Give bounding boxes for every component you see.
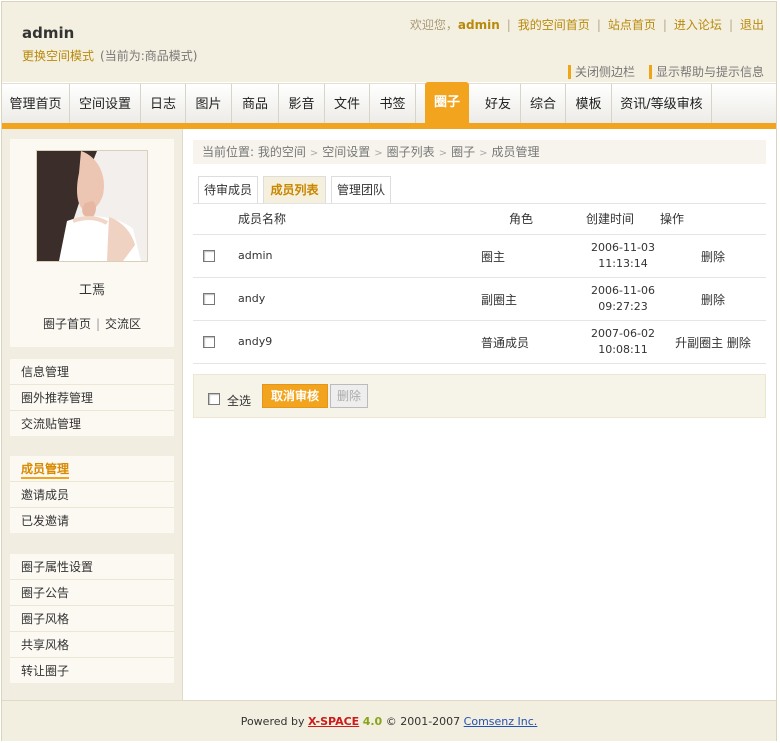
member-name[interactable]: andy <box>238 292 265 305</box>
breadcrumb-prefix: 当前位置: <box>202 145 258 159</box>
sidebar-item-shared-style[interactable]: 共享风格 <box>10 632 174 658</box>
member-role: 普通成员 <box>481 336 530 350</box>
sidebar-item-group-style[interactable]: 圈子风格 <box>10 606 174 632</box>
col-created-time: 创建时间 <box>586 212 635 226</box>
copyright: © 2001-2007 <box>382 715 464 728</box>
sidebar-item-invite-members[interactable]: 邀请成员 <box>10 482 174 508</box>
col-role: 角色 <box>509 212 534 226</box>
delete-button[interactable]: 删除 <box>330 384 368 408</box>
tab-images[interactable]: 图片 <box>186 84 232 124</box>
avatar-photo-icon <box>37 151 147 261</box>
version: 4.0 <box>362 715 383 728</box>
tab-manage-home[interactable]: 管理首页 <box>2 84 70 124</box>
breadcrumb-member-manage: 成员管理 <box>491 145 540 159</box>
header: admin 更换空间模式 (当前为:商品模式) 欢迎您，admin | 我的空间首页 |… <box>2 2 776 82</box>
sidebar-item-transfer-group[interactable]: 转让圈子 <box>10 658 174 683</box>
sidebar-item-outside-recommend[interactable]: 圈外推荐管理 <box>10 385 174 411</box>
space-mode: 更换空间模式 (当前为:商品模式) <box>22 47 197 64</box>
tab-goods[interactable]: 商品 <box>232 84 279 124</box>
group-avatar[interactable] <box>36 150 148 262</box>
breadcrumb-space-settings[interactable]: 空间设置 <box>322 145 370 159</box>
current-mode: (当前为:商品模式) <box>100 49 198 63</box>
sidebar-item-member-manage[interactable]: 成员管理 <box>10 456 174 482</box>
company-link[interactable]: Comsenz Inc. <box>464 715 538 728</box>
brand-link[interactable]: X-SPACE <box>308 715 359 728</box>
tab-media[interactable]: 影音 <box>279 84 325 124</box>
member-role: 圈主 <box>481 250 506 264</box>
sidebar-item-posts-manage[interactable]: 交流贴管理 <box>10 411 174 436</box>
site-home-link[interactable]: 站点首页 <box>608 18 656 32</box>
tab-bookmarks[interactable]: 书签 <box>370 84 416 124</box>
delete-link[interactable]: 删除 <box>653 248 773 265</box>
sidebar-item-group-settings[interactable]: 圈子属性设置 <box>10 554 174 580</box>
row-checkbox[interactable] <box>203 336 215 348</box>
tab-space-settings[interactable]: 空间设置 <box>70 84 141 124</box>
tab-blog[interactable]: 日志 <box>141 84 186 124</box>
col-member-name: 成员名称 <box>238 212 287 226</box>
tab-member-list[interactable]: 成员列表 <box>263 176 326 203</box>
group-home-link[interactable]: 圈子首页 <box>43 317 91 331</box>
tab-files[interactable]: 文件 <box>325 84 370 124</box>
sidebar-item-label: 成员管理 <box>21 462 70 479</box>
forum-link[interactable]: 进入论坛 <box>674 18 722 32</box>
tab-admin-team[interactable]: 管理团队 <box>331 176 391 203</box>
sidebar-menu-info: 信息管理 圈外推荐管理 交流贴管理 <box>10 359 174 436</box>
show-help-link[interactable]: 显示帮助与提示信息 <box>648 65 764 79</box>
bulk-action-bar: 全选 取消审核 删除 <box>193 374 766 418</box>
breadcrumb-my-space[interactable]: 我的空间 <box>258 145 306 159</box>
tab-templates[interactable]: 模板 <box>566 84 612 124</box>
member-name[interactable]: andy9 <box>238 335 272 348</box>
sidebar-menu-members: 成员管理 邀请成员 已发邀请 <box>10 456 174 533</box>
sidebar-item-announcement[interactable]: 圈子公告 <box>10 580 174 606</box>
close-sidebar-link[interactable]: 关闭侧边栏 <box>567 65 635 79</box>
logout-link[interactable]: 退出 <box>740 18 764 32</box>
table-row: andy 副圈主 2006-11-06 09:27:23 删除 <box>193 278 766 321</box>
table-header: 成员名称 角色 创建时间 操作 <box>193 204 766 235</box>
powered-by: Powered by <box>240 715 308 728</box>
group-name: 工焉 <box>78 283 105 298</box>
welcome-text: 欢迎您， <box>409 18 458 32</box>
tab-groups[interactable]: 圈子 <box>425 82 469 124</box>
welcome-user: admin <box>457 18 500 32</box>
breadcrumb: 当前位置: 我的空间 > 空间设置 > 圈子列表 > 圈子 > 成员管理 <box>193 140 766 164</box>
table-row: andy9 普通成员 2007-06-02 10:08:11 升副圈主 删除 <box>193 321 766 364</box>
main-nav: 管理首页 空间设置 日志 图片 商品 影音 文件 书签 圈子 好友 综合 模板 … <box>2 82 776 124</box>
col-operations: 操作 <box>660 212 685 226</box>
username: admin <box>22 24 75 42</box>
tool-links: 关闭侧边栏 显示帮助与提示信息 <box>554 65 764 79</box>
tab-friends[interactable]: 好友 <box>476 84 521 124</box>
table-row: admin 圈主 2006-11-03 11:13:14 删除 <box>193 235 766 278</box>
change-mode-link[interactable]: 更换空间模式 <box>22 49 94 63</box>
row-checkbox[interactable] <box>203 293 215 305</box>
breadcrumb-group[interactable]: 圈子 <box>451 145 475 159</box>
sidebar-item-sent-invites[interactable]: 已发邀请 <box>10 508 174 533</box>
tab-news-level-review[interactable]: 资讯/等级审核 <box>612 84 712 124</box>
profile-links: 圈子首页 | 交流区 <box>42 317 142 331</box>
breadcrumb-group-list[interactable]: 圈子列表 <box>387 145 435 159</box>
tab-general[interactable]: 综合 <box>521 84 566 124</box>
discussion-link[interactable]: 交流区 <box>105 317 141 331</box>
sidebar: 工焉 圈子首页 | 交流区 信息管理 圈外推荐管理 交流贴管理 成员管理 邀请成员 … <box>2 129 183 700</box>
select-all-label[interactable]: 全选 <box>227 392 251 409</box>
sidebar-item-info-manage[interactable]: 信息管理 <box>10 359 174 385</box>
member-name[interactable]: admin <box>238 249 272 262</box>
select-all-checkbox[interactable] <box>208 393 220 405</box>
delete-link[interactable]: 删除 <box>653 291 773 308</box>
sidebar-menu-settings: 圈子属性设置 圈子公告 圈子风格 共享风格 转让圈子 <box>10 554 174 683</box>
group-profile: 工焉 圈子首页 | 交流区 <box>10 139 174 347</box>
top-links: 欢迎您，admin | 我的空间首页 | 站点首页 | 进入论坛 | 退出 <box>409 18 764 32</box>
row-checkbox[interactable] <box>203 250 215 262</box>
footer: Powered by X-SPACE 4.0 © 2001-2007 Comse… <box>2 700 776 741</box>
my-space-home-link[interactable]: 我的空间首页 <box>518 18 590 32</box>
member-role: 副圈主 <box>481 293 518 307</box>
cancel-review-button[interactable]: 取消审核 <box>262 384 328 408</box>
promote-delete-links[interactable]: 升副圈主 删除 <box>653 334 773 351</box>
tab-pending-members[interactable]: 待审成员 <box>198 176 258 203</box>
